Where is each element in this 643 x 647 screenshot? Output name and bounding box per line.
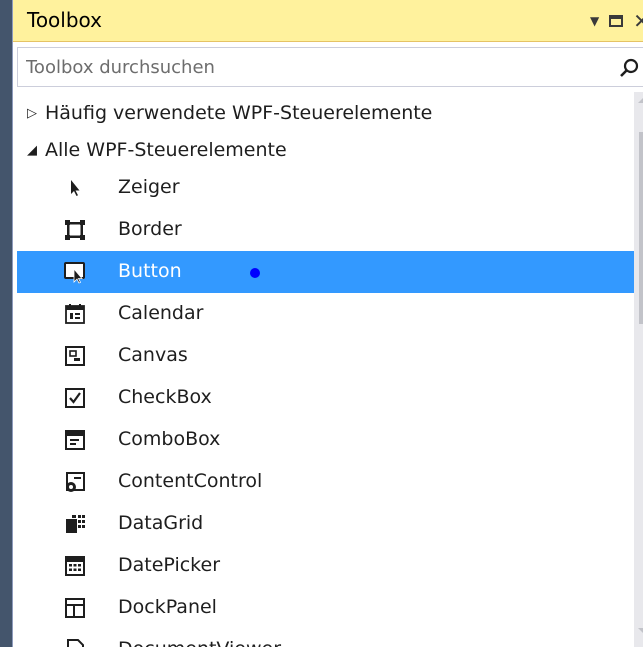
left-frame	[0, 0, 12, 647]
item-label: DockPanel	[118, 596, 217, 618]
datagrid-icon	[63, 512, 87, 536]
item-label: Button	[118, 260, 182, 282]
datepicker-icon	[63, 554, 87, 578]
scroll-thumb[interactable]	[639, 132, 643, 324]
category-label: Alle WPF-Steuerelemente	[45, 139, 287, 161]
dropdown-arrow-icon[interactable]: ▼	[590, 15, 599, 27]
item-label: Border	[118, 218, 182, 240]
item-label: Zeiger	[118, 176, 180, 198]
button-icon	[63, 260, 87, 284]
dockpanel-icon	[63, 596, 87, 620]
toolbox-panel: Toolbox ▼ ✕ ▷ Häufig verwendete WPF-Steu…	[12, 0, 643, 647]
toolbox-item-combobox[interactable]: ComboBox	[17, 419, 634, 461]
close-icon[interactable]: ✕	[633, 11, 643, 31]
toolbox-item-zeiger[interactable]: Zeiger	[17, 167, 634, 209]
category-frequent-wpf[interactable]: ▷ Häufig verwendete WPF-Steuerelemente	[17, 92, 634, 134]
canvas-icon	[63, 344, 87, 368]
item-label: ComboBox	[118, 428, 221, 450]
toolbox-item-dockpanel[interactable]: DockPanel	[17, 587, 634, 629]
toolbox-item-datepicker[interactable]: DatePicker	[17, 545, 634, 587]
vertical-scrollbar[interactable]	[634, 92, 643, 647]
toolbox-item-documentviewer[interactable]: DocumentViewer	[17, 629, 634, 647]
maximize-icon[interactable]	[609, 15, 624, 27]
border-icon	[63, 218, 87, 242]
pointer-icon	[63, 176, 87, 200]
selection-dot	[250, 268, 260, 278]
calendar-icon	[63, 302, 87, 326]
toolbox-item-button[interactable]: Button	[17, 251, 634, 293]
combobox-icon	[63, 428, 87, 452]
documentviewer-icon	[63, 638, 87, 647]
collapse-arrow-icon[interactable]: ◢	[27, 143, 45, 158]
search-input[interactable]	[26, 54, 586, 80]
search-icon[interactable]	[619, 57, 641, 79]
item-label: DatePicker	[118, 554, 221, 576]
toolbox-item-contentcontrol[interactable]: ContentControl	[17, 461, 634, 503]
toolbox-item-canvas[interactable]: Canvas	[17, 335, 634, 377]
item-label: Canvas	[118, 344, 188, 366]
toolbox-item-border[interactable]: Border	[17, 209, 634, 251]
item-label: Calendar	[118, 302, 204, 324]
toolbox-list: ▷ Häufig verwendete WPF-Steuerelemente ◢…	[17, 92, 634, 647]
toolbox-item-checkbox[interactable]: CheckBox	[17, 377, 634, 419]
item-label: ContentControl	[118, 470, 263, 492]
category-all-wpf[interactable]: ◢ Alle WPF-Steuerelemente	[17, 129, 634, 171]
item-label: CheckBox	[118, 386, 212, 408]
search-box	[17, 47, 643, 87]
title-controls: ▼ ✕	[590, 10, 643, 32]
expand-arrow-icon[interactable]: ▷	[27, 106, 45, 121]
scroll-up-arrow-icon[interactable]	[638, 96, 643, 103]
contentcontrol-icon	[63, 470, 87, 494]
toolbox-window: Toolbox ▼ ✕ ▷ Häufig verwendete WPF-Steu…	[0, 0, 643, 647]
title-bar[interactable]: Toolbox ▼ ✕	[13, 0, 643, 42]
category-label: Häufig verwendete WPF-Steuerelemente	[45, 102, 433, 124]
toolbox-item-datagrid[interactable]: DataGrid	[17, 503, 634, 545]
item-label: DataGrid	[118, 512, 204, 534]
checkbox-icon	[63, 386, 87, 410]
item-label: DocumentViewer	[118, 638, 281, 647]
scroll-down-arrow-icon[interactable]	[638, 628, 643, 635]
panel-title: Toolbox	[27, 8, 102, 32]
toolbox-item-calendar[interactable]: Calendar	[17, 293, 634, 335]
